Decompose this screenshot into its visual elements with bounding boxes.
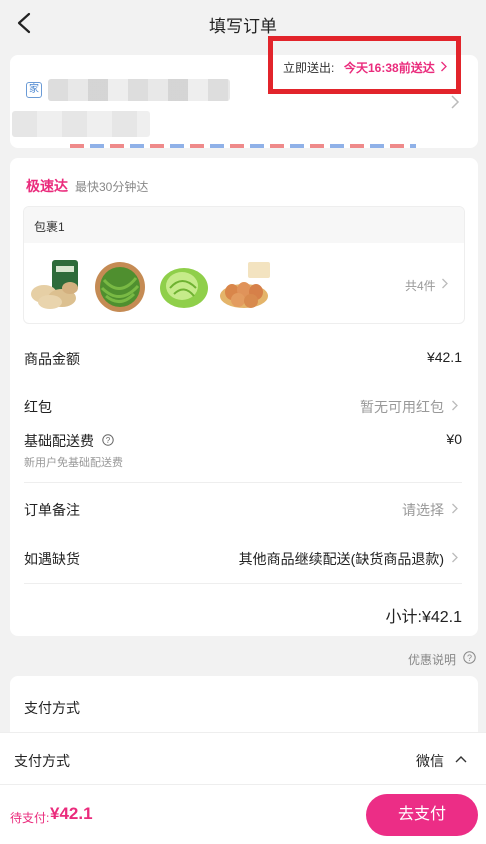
package-header: 包裹1	[24, 207, 464, 243]
package-label: 包裹1	[34, 220, 65, 234]
envelope-stripe	[70, 144, 416, 148]
delivery-time[interactable]: 今天16:38前送达	[344, 59, 435, 76]
payment-method-label: 支付方式	[14, 753, 70, 769]
chevron-right-icon[interactable]	[451, 400, 459, 411]
express-subtitle: 最快30分钟达	[75, 180, 149, 194]
delivery-label[interactable]: 立即送出:	[283, 59, 334, 76]
home-tag: 家	[26, 82, 42, 98]
red-packet-value[interactable]: 暂无可用红包	[360, 397, 444, 417]
chevron-right-icon[interactable]	[450, 95, 460, 109]
help-icon[interactable]: ?	[463, 651, 476, 664]
payment-method-bar[interactable]: 支付方式 微信	[0, 732, 486, 784]
delivery-fee-note: 新用户免基础配送费	[24, 457, 123, 469]
amount-due-label: 待支付:	[10, 811, 50, 825]
discount-note[interactable]: 优惠说明	[408, 651, 456, 668]
checkout-bar: 待支付: ¥42.1 去支付	[0, 784, 486, 844]
svg-text:?: ?	[106, 436, 111, 445]
order-remark-value[interactable]: 请选择	[402, 500, 444, 520]
lettuce-product[interactable]	[156, 258, 212, 314]
chevron-right-icon[interactable]	[451, 552, 459, 563]
shortage-value[interactable]: 其他商品继续配送(缺货商品退款)	[239, 549, 444, 569]
help-icon[interactable]: ?	[102, 434, 114, 446]
eggs-product[interactable]	[218, 258, 274, 314]
goods-amount-value: ¥42.1	[426, 349, 462, 365]
red-packet-label[interactable]: 红包	[24, 397, 52, 417]
payment-method-value[interactable]: 微信	[416, 751, 444, 771]
chevron-right-icon[interactable]	[441, 278, 449, 289]
chevron-right-icon[interactable]	[451, 503, 459, 514]
subtotal: 小计:¥42.1	[385, 609, 463, 626]
divider	[24, 482, 462, 483]
chevron-up-icon[interactable]	[455, 755, 467, 763]
shortage-label[interactable]: 如遇缺货	[24, 549, 80, 569]
goods-amount-label: 商品金额	[24, 351, 80, 367]
payment-card-label: 支付方式	[24, 700, 80, 716]
amount-due-value: ¥42.1	[50, 804, 93, 823]
pay-button[interactable]: 去支付	[366, 794, 478, 836]
page-title: 填写订单	[209, 17, 277, 36]
delivery-fee-value: ¥0	[446, 431, 462, 447]
order-remark-label[interactable]: 订单备注	[24, 500, 80, 520]
address-blurred	[48, 79, 230, 101]
divider	[24, 583, 462, 584]
delivery-fee-label: 基础配送费	[24, 433, 94, 449]
item-count[interactable]: 共4件	[405, 277, 436, 294]
chevron-right-icon[interactable]	[440, 61, 448, 72]
green-beans-product[interactable]	[92, 258, 148, 314]
svg-text:?: ?	[467, 653, 472, 663]
contact-blurred	[12, 111, 150, 137]
express-title: 极速达	[26, 178, 68, 194]
sliced-tofu-product[interactable]	[26, 258, 82, 314]
